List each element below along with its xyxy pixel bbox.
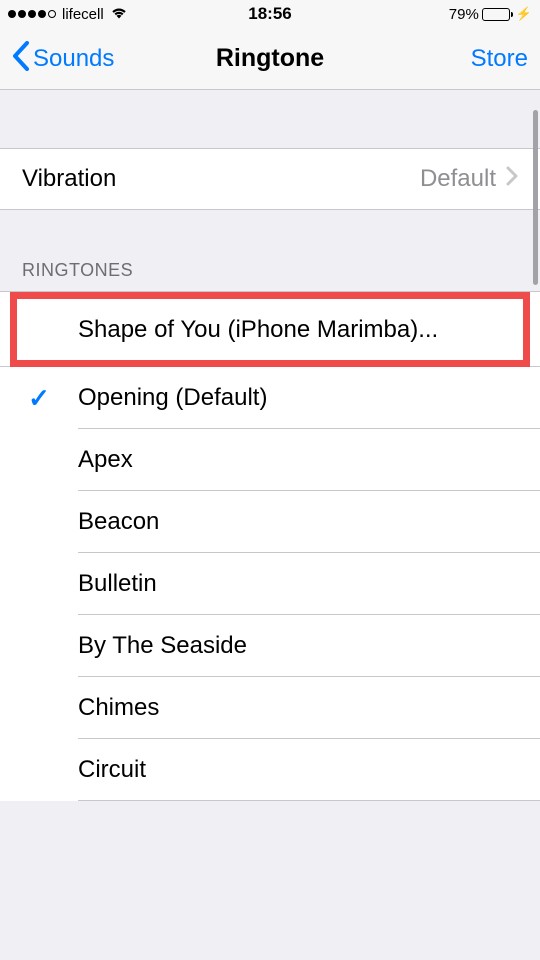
ringtone-item-circuit[interactable]: Circuit	[0, 739, 540, 801]
ringtone-label: Circuit	[78, 756, 518, 784]
signal-strength-icon	[8, 10, 56, 18]
back-label: Sounds	[33, 45, 114, 73]
scrollbar[interactable]	[533, 110, 538, 285]
section-spacer	[0, 210, 540, 252]
ringtone-label: Opening (Default)	[78, 384, 518, 412]
vibration-value: Default	[420, 165, 496, 193]
ringtone-item-beacon[interactable]: Beacon	[0, 491, 540, 553]
ringtone-label: Chimes	[78, 694, 518, 722]
check-column: ✓	[0, 383, 78, 414]
navigation-bar: Sounds Ringtone Store	[0, 28, 540, 90]
status-left: lifecell	[8, 6, 128, 23]
ringtone-label: Beacon	[78, 508, 518, 536]
ringtone-item-opening[interactable]: ✓ Opening (Default)	[0, 367, 540, 429]
charging-icon: ⚡	[516, 6, 532, 22]
checkmark-icon: ✓	[28, 383, 50, 414]
page-title: Ringtone	[216, 44, 324, 73]
ringtone-label: Shape of You (iPhone Marimba)...	[78, 316, 518, 344]
ringtone-item-chimes[interactable]: Chimes	[0, 677, 540, 739]
vibration-label: Vibration	[22, 165, 420, 193]
wifi-icon	[110, 6, 128, 22]
status-bar: lifecell 18:56 79% ⚡	[0, 0, 540, 28]
status-time: 18:56	[248, 4, 291, 24]
section-spacer	[0, 90, 540, 148]
store-button[interactable]: Store	[471, 45, 528, 73]
ringtone-label: Apex	[78, 446, 518, 474]
ringtone-label: Bulletin	[78, 570, 518, 598]
ringtone-item-apex[interactable]: Apex	[0, 429, 540, 491]
vibration-cell[interactable]: Vibration Default	[0, 148, 540, 210]
back-button[interactable]: Sounds	[12, 41, 114, 77]
ringtone-item-by-the-seaside[interactable]: By The Seaside	[0, 615, 540, 677]
carrier-label: lifecell	[62, 6, 104, 23]
chevron-left-icon	[12, 41, 29, 77]
battery-percentage: 79%	[449, 6, 479, 23]
ringtones-list: Shape of You (iPhone Marimba)... ✓ Openi…	[0, 291, 540, 801]
status-right: 79% ⚡	[449, 6, 532, 23]
chevron-right-icon	[506, 165, 518, 193]
battery-icon	[482, 8, 513, 21]
ringtone-label: By The Seaside	[78, 632, 518, 660]
ringtone-item-custom[interactable]: Shape of You (iPhone Marimba)...	[0, 292, 540, 367]
ringtone-item-bulletin[interactable]: Bulletin	[0, 553, 540, 615]
ringtones-section-header: RINGTONES	[0, 252, 540, 291]
